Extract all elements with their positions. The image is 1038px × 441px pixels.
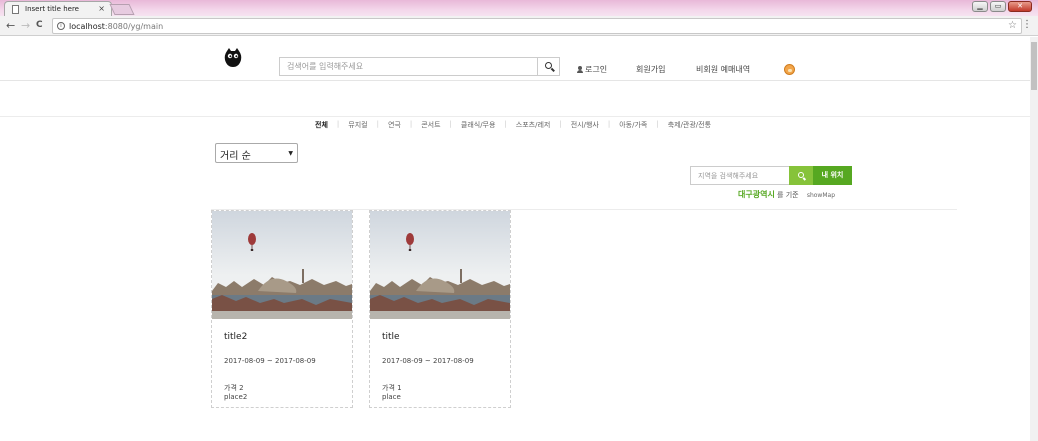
address-bar[interactable]: i localhost:8080/yg/main ☆ xyxy=(52,18,1022,34)
category-item[interactable]: 뮤지컬 xyxy=(348,120,367,130)
show-map-link[interactable]: showMap xyxy=(807,192,835,199)
category-separator: | xyxy=(504,120,507,128)
event-date: 2017-08-09 ~ 2017-08-09 xyxy=(382,357,474,365)
category-item[interactable]: 클래식/무용 xyxy=(461,120,496,130)
event-date: 2017-08-09 ~ 2017-08-09 xyxy=(224,357,316,365)
browser-menu-icon[interactable]: ⋮ xyxy=(1022,19,1032,30)
category-item[interactable]: 연극 xyxy=(388,120,401,130)
location-search-input[interactable] xyxy=(690,166,790,185)
browser-titlebar: Insert title here × ▁ ▭ ✕ xyxy=(0,0,1038,16)
scrollbar-thumb[interactable] xyxy=(1031,42,1037,90)
tab-title: Insert title here xyxy=(25,5,79,13)
event-price: 가격 1 xyxy=(382,384,402,392)
tab-close-icon[interactable]: × xyxy=(98,4,105,13)
event-card[interactable]: title 2017-08-09 ~ 2017-08-09 가격 1 place xyxy=(369,210,511,408)
forward-icon[interactable]: → xyxy=(21,19,30,32)
search-icon xyxy=(798,172,804,178)
sort-selected-value: 거리 순 xyxy=(220,151,251,162)
category-separator: | xyxy=(449,120,452,128)
event-place: place2 xyxy=(224,393,248,401)
dropdown-caret-icon: ▼ xyxy=(288,150,293,157)
event-title[interactable]: title xyxy=(382,332,400,342)
category-separator: | xyxy=(656,120,659,128)
page-scrollbar[interactable] xyxy=(1030,37,1038,441)
user-icon xyxy=(577,66,583,73)
category-item[interactable]: 전체 xyxy=(315,120,328,130)
document-icon xyxy=(12,5,19,14)
login-label: 로그인 xyxy=(585,65,608,74)
location-search-button[interactable] xyxy=(789,166,814,185)
sort-select[interactable]: 거리 순 ▼ xyxy=(215,143,298,163)
search-icon xyxy=(545,62,552,69)
reload-icon[interactable]: C xyxy=(36,20,43,30)
category-item[interactable]: 아동/가족 xyxy=(619,120,647,130)
basis-text: 를 기준 xyxy=(777,191,799,199)
guest-booking-link[interactable]: 비회원 예매내역 xyxy=(696,64,750,75)
event-thumbnail xyxy=(370,211,510,319)
category-separator: | xyxy=(409,120,413,128)
category-item[interactable]: 전시/행사 xyxy=(571,120,599,130)
minimize-button[interactable]: ▁ xyxy=(972,1,988,12)
back-icon[interactable]: ← xyxy=(6,19,15,32)
avatar[interactable] xyxy=(784,64,795,75)
event-place: place xyxy=(382,393,401,401)
my-location-button[interactable]: 내 위치 xyxy=(813,166,852,185)
bookmark-star-icon[interactable]: ☆ xyxy=(1008,20,1017,31)
site-header: 로그인 회원가입 비회원 예매내역 xyxy=(0,37,1030,81)
current-city: 대구광역시 xyxy=(738,190,775,199)
maximize-button[interactable]: ▭ xyxy=(990,1,1006,12)
category-separator: | xyxy=(559,120,562,128)
event-card[interactable]: title2 2017-08-09 ~ 2017-08-09 가격 2 plac… xyxy=(211,210,353,408)
login-link[interactable]: 로그인 xyxy=(577,64,607,75)
new-tab-button[interactable] xyxy=(109,4,135,15)
category-item[interactable]: 축제/관광/전통 xyxy=(668,120,711,130)
info-icon[interactable]: i xyxy=(57,22,65,30)
browser-tab[interactable]: Insert title here × xyxy=(4,1,112,16)
category-separator: | xyxy=(336,120,340,128)
category-list: 전체 | 뮤지컬 | 연극 | 콘서트 | 클래식/무용 | 스포츠/레저 | 전시/행사 | 아동/가족 |… xyxy=(315,120,711,130)
category-item[interactable]: 스포츠/레저 xyxy=(516,120,551,130)
close-window-button[interactable]: ✕ xyxy=(1008,1,1032,12)
url-text: localhost:8080/yg/main xyxy=(69,22,164,31)
category-nav: 전체 | 뮤지컬 | 연극 | 콘서트 | 클래식/무용 | 스포츠/레저 | 전시/행사 | 아동/가족 |… xyxy=(0,116,1030,130)
signup-link[interactable]: 회원가입 xyxy=(636,64,665,75)
event-thumbnail xyxy=(212,211,352,319)
event-title[interactable]: title2 xyxy=(224,332,247,342)
header-search xyxy=(279,57,560,76)
window-controls: ▁ ▭ ✕ xyxy=(972,1,1032,12)
category-separator: | xyxy=(607,120,611,128)
search-button[interactable] xyxy=(537,58,559,75)
browser-toolbar: ← → C i localhost:8080/yg/main ☆ ⋮ xyxy=(0,16,1038,36)
site-logo[interactable] xyxy=(224,48,242,68)
location-basis: 대구광역시 를 기준 showMap xyxy=(738,189,835,200)
event-price: 가격 2 xyxy=(224,384,244,392)
search-input[interactable] xyxy=(280,58,538,75)
category-separator: | xyxy=(376,120,379,128)
category-item[interactable]: 콘서트 xyxy=(421,120,440,130)
